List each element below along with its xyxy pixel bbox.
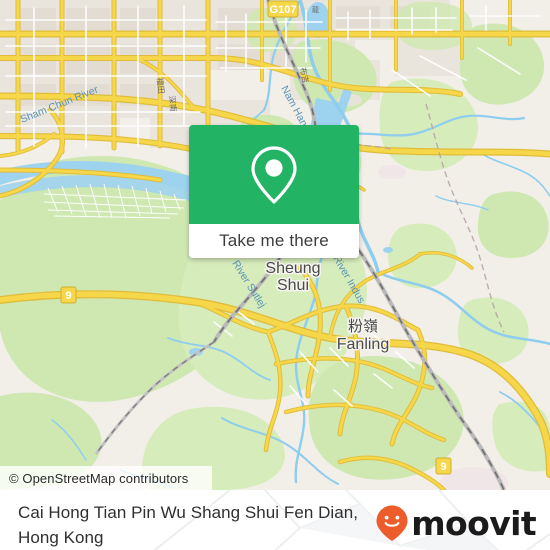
place-title: Cai Hong Tian Pin Wu Shang Shui Fen Dian…	[18, 503, 359, 547]
location-pin-icon	[251, 145, 297, 204]
svg-text:Sheung: Sheung	[265, 260, 320, 277]
moovit-pin-icon	[376, 505, 408, 541]
take-me-there-label: Take me there	[219, 231, 329, 250]
svg-text:深南: 深南	[167, 95, 179, 112]
svg-text:Shui: Shui	[277, 277, 309, 294]
take-me-there-card[interactable]: Take me there	[189, 125, 359, 258]
svg-text:粉嶺: 粉嶺	[348, 318, 378, 335]
card-cta-area[interactable]: Take me there	[189, 224, 359, 258]
card-icon-area	[189, 125, 359, 224]
map-attribution: © OpenStreetMap contributors	[0, 466, 212, 490]
svg-text:Fanling: Fanling	[337, 336, 389, 353]
svg-text:G107: G107	[270, 4, 297, 16]
moovit-logo: moovit	[375, 490, 537, 543]
svg-text:龍: 龍	[312, 5, 319, 14]
svg-text:福田: 福田	[155, 77, 166, 94]
map-attribution-text: © OpenStreetMap contributors	[9, 470, 189, 486]
moovit-map-page: Sham Chun River Nam Hang River Sutlej Ri…	[0, 0, 550, 550]
footer-bar: Cai Hong Tian Pin Wu Shang Shui Fen Dian…	[0, 490, 550, 550]
svg-text:9: 9	[440, 461, 446, 473]
svg-text:9: 9	[65, 290, 71, 302]
moovit-wordmark: moovit	[411, 503, 536, 543]
